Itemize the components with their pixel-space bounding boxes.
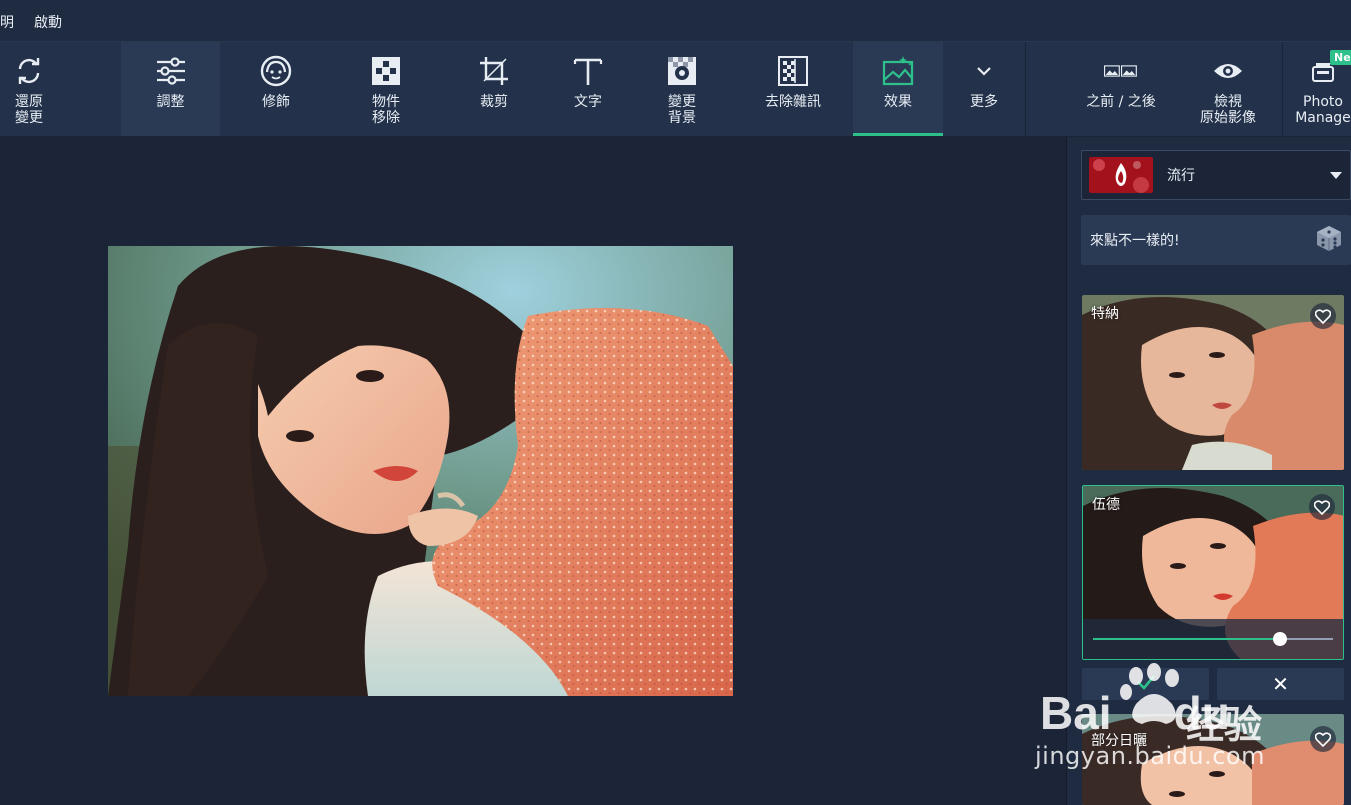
- slider-knob[interactable]: [1273, 632, 1288, 646]
- effects-icon: [881, 54, 915, 88]
- background-icon: [665, 54, 699, 88]
- effect-thumbnail: [1082, 295, 1344, 470]
- close-icon: ✕: [1272, 672, 1289, 696]
- tool-crop[interactable]: 裁剪: [446, 42, 542, 136]
- tool-more[interactable]: 更多: [943, 42, 1025, 136]
- before-after-label: 之前 / 之後: [1086, 94, 1156, 110]
- heart-icon[interactable]: [1310, 303, 1336, 329]
- effect-name: 伍德: [1092, 497, 1120, 513]
- sliders-icon: [154, 54, 188, 88]
- undo-changes-button[interactable]: 還原 變更: [0, 42, 58, 136]
- photo-manager-button[interactable]: Photo Manage Ne: [1288, 42, 1351, 136]
- tool-denoise-label: 去除雜訊: [765, 94, 821, 110]
- tool-effects[interactable]: 效果: [853, 42, 943, 136]
- tool-denoise[interactable]: 去除雜訊: [740, 42, 846, 136]
- effect-name: 部分日曬: [1091, 733, 1147, 749]
- crop-icon: [477, 54, 511, 88]
- slider-track[interactable]: [1093, 632, 1333, 646]
- tool-change-background-label: 變更 背景: [668, 94, 696, 126]
- watermark-url: jingyan.baidu.com: [1035, 742, 1265, 770]
- category-label: 流行: [1167, 168, 1195, 184]
- face-icon: [259, 54, 293, 88]
- tool-more-label: 更多: [970, 94, 998, 110]
- dice-icon: [1315, 224, 1343, 256]
- tool-retouch-label: 修飾: [262, 94, 290, 110]
- toolbar-divider: [1282, 42, 1283, 136]
- effect-category-dropdown[interactable]: 流行: [1081, 150, 1351, 200]
- before-after-button[interactable]: 之前 / 之後: [1072, 42, 1170, 136]
- text-icon: [571, 54, 605, 88]
- tool-crop-label: 裁剪: [480, 94, 508, 110]
- refresh-icon: [12, 54, 46, 88]
- tool-change-background[interactable]: 變更 背景: [636, 42, 728, 136]
- denoise-icon: [776, 54, 810, 88]
- tool-adjust[interactable]: 調整: [121, 42, 220, 136]
- eye-icon: [1211, 54, 1245, 88]
- view-original-label: 檢視 原始影像: [1200, 94, 1256, 126]
- photo-manager-label: Photo Manage: [1295, 94, 1351, 126]
- menu-help[interactable]: 明: [0, 12, 14, 32]
- toolbar-divider: [1025, 42, 1026, 136]
- tool-object-remove-label: 物件 移除: [372, 94, 400, 126]
- view-original-button[interactable]: 檢視 原始影像: [1182, 42, 1274, 136]
- before-after-icon: [1104, 54, 1138, 88]
- tool-text-label: 文字: [574, 94, 602, 110]
- edited-photo[interactable]: [108, 246, 733, 696]
- toolbar: 還原 變更 調整 修飾 物件 移除 裁剪 文字 變更 背景 去除雜訊 效果 更多…: [0, 42, 1351, 137]
- category-thumbnail: [1089, 157, 1153, 193]
- caret-down-icon: [1330, 171, 1342, 179]
- watermark-cn: 经验: [1186, 703, 1263, 747]
- object-remove-icon: [369, 54, 403, 88]
- tool-retouch[interactable]: 修飾: [228, 42, 324, 136]
- tool-object-remove[interactable]: 物件 移除: [338, 42, 434, 136]
- effect-card-selected[interactable]: 伍德: [1082, 485, 1344, 660]
- tool-effects-label: 效果: [884, 94, 912, 110]
- menu-bar: 明 啟動: [0, 0, 1351, 42]
- new-badge: Ne: [1330, 50, 1351, 65]
- undo-changes-label: 還原 變更: [15, 94, 43, 126]
- slider-fill: [1093, 638, 1281, 640]
- random-effect-label: 來點不一樣的!: [1090, 233, 1180, 249]
- tool-text[interactable]: 文字: [542, 42, 634, 136]
- heart-icon[interactable]: [1310, 726, 1336, 752]
- heart-icon[interactable]: [1309, 494, 1335, 520]
- random-effect-button[interactable]: 來點不一樣的!: [1081, 215, 1351, 265]
- effect-name: 特納: [1091, 306, 1119, 322]
- intensity-slider[interactable]: [1083, 619, 1343, 659]
- chevron-down-icon: [967, 54, 1001, 88]
- tool-adjust-label: 調整: [156, 94, 185, 110]
- menu-activate[interactable]: 啟動: [34, 12, 62, 32]
- effect-card[interactable]: 特納: [1082, 295, 1344, 470]
